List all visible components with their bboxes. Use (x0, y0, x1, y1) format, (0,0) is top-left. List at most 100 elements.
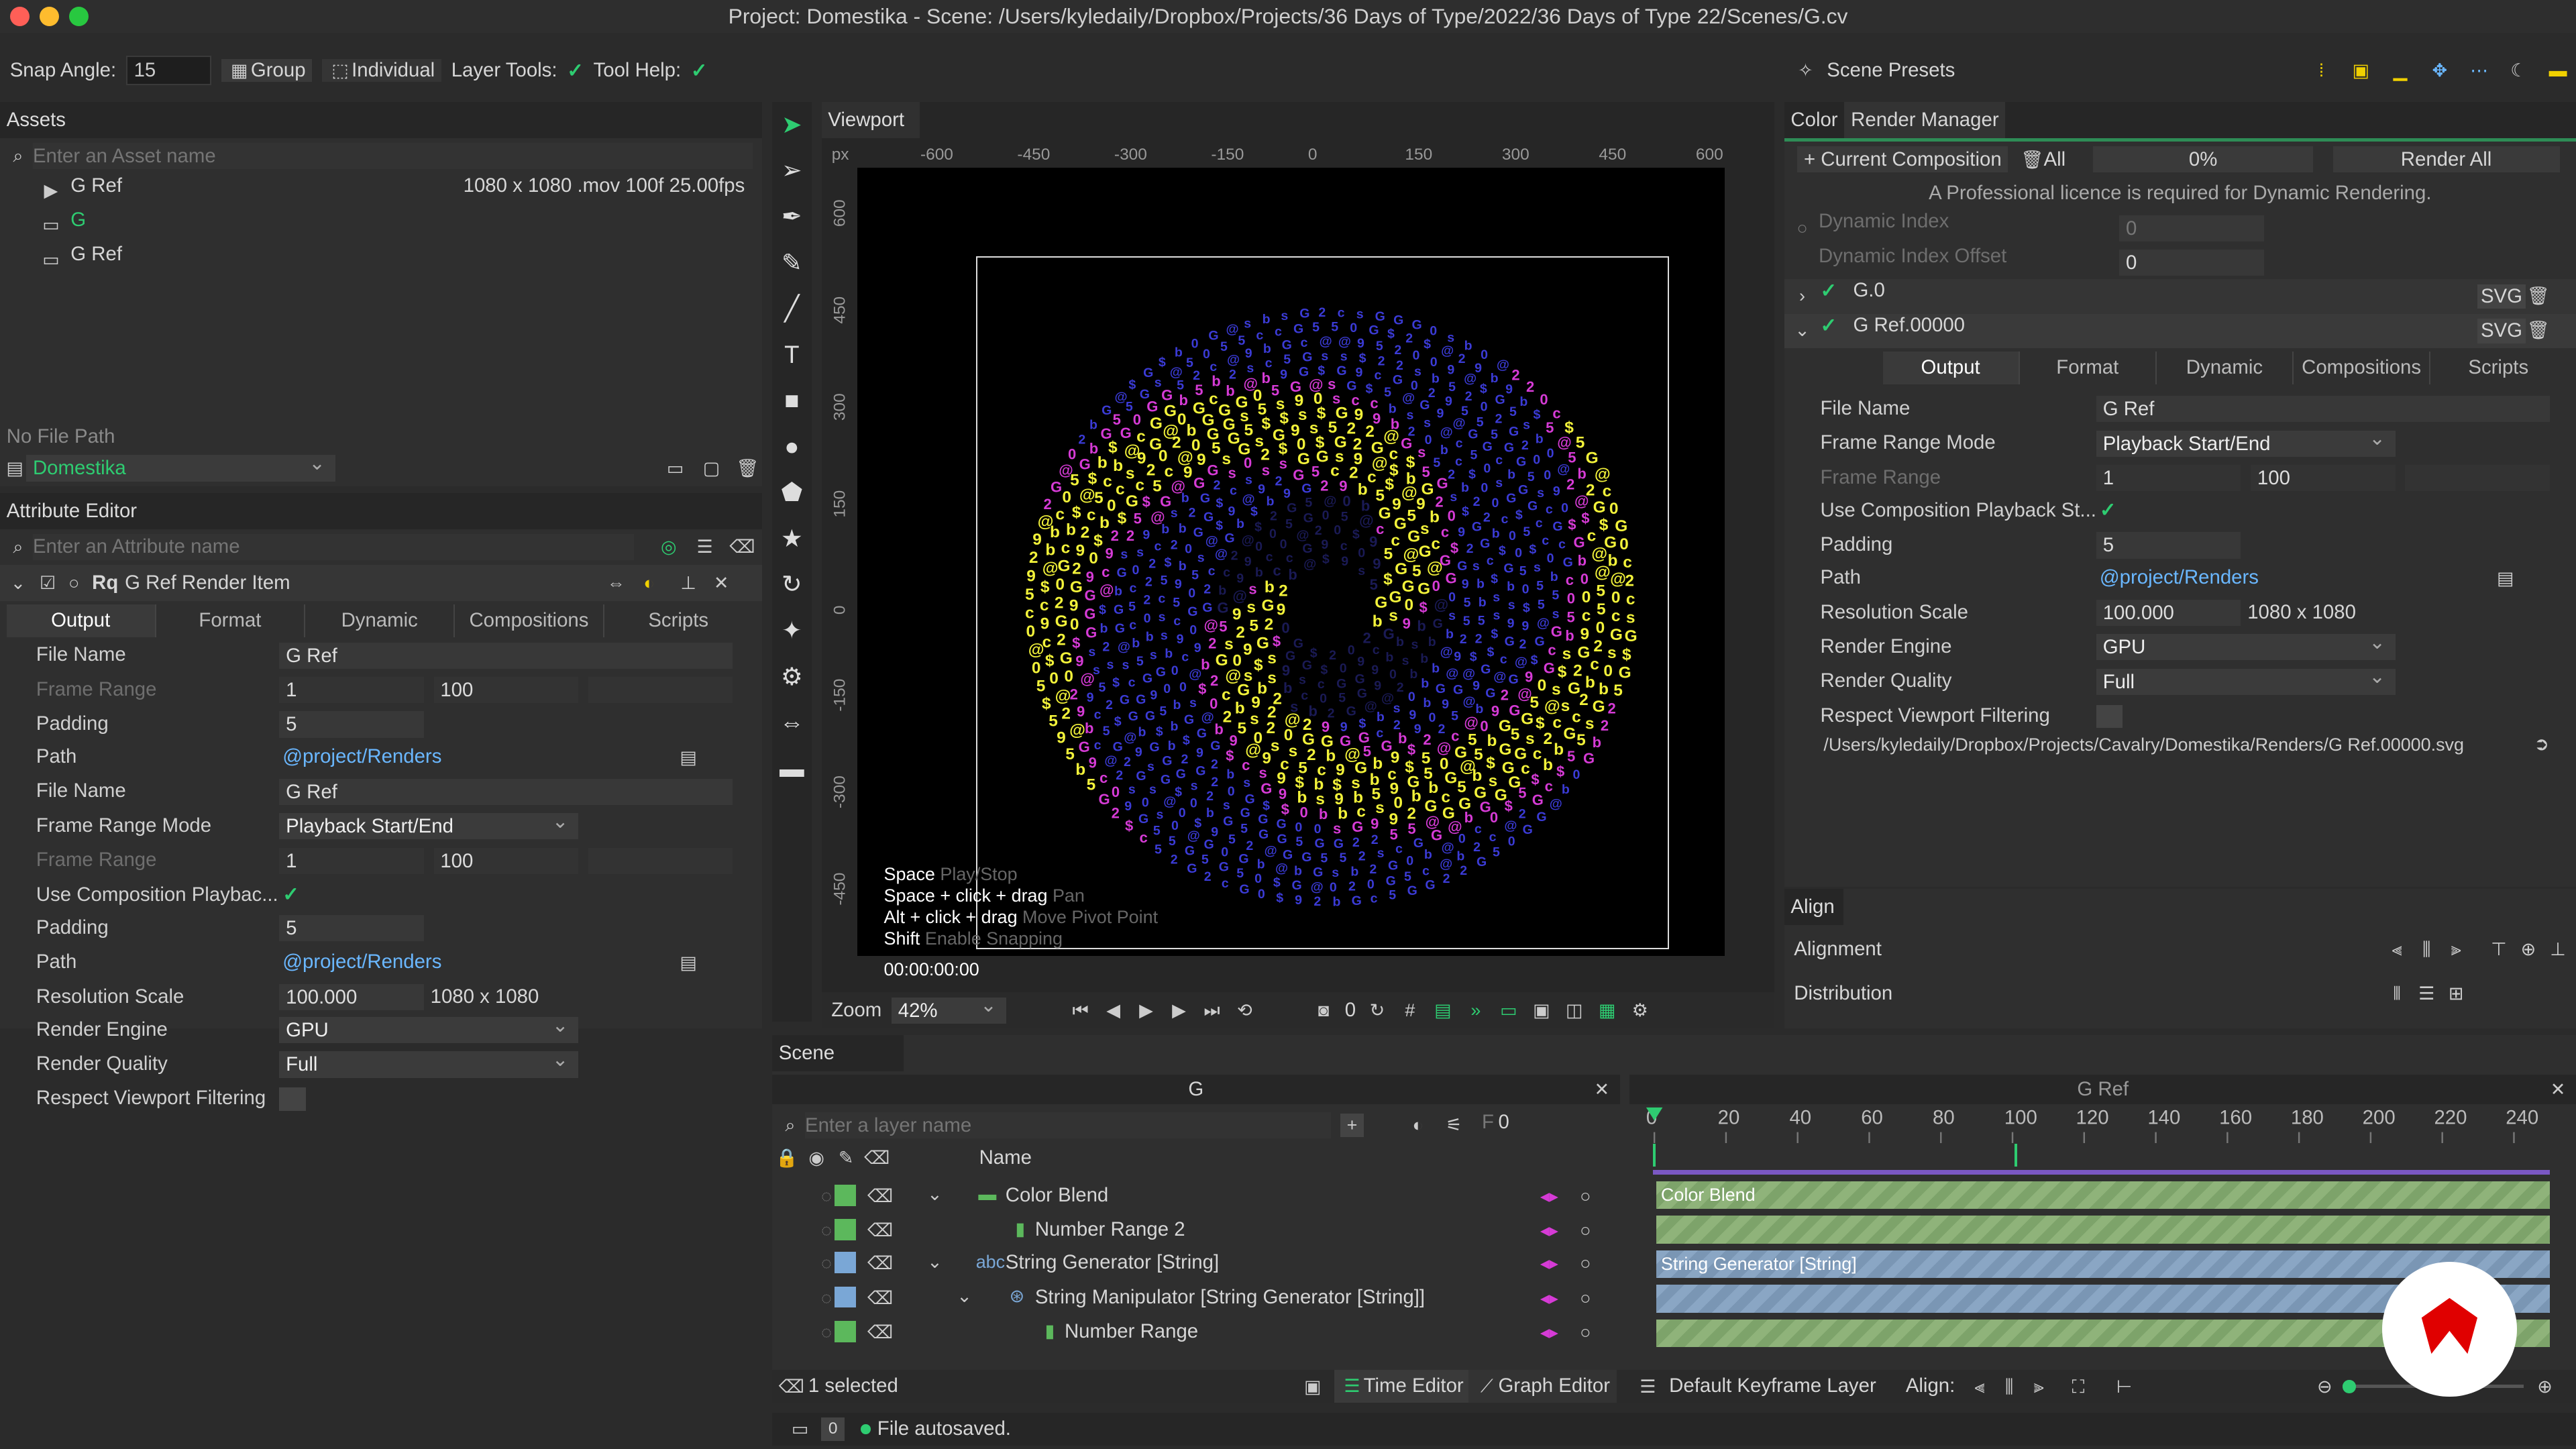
canvas[interactable]: 2 $ G 0 9 2 b @ $9 s 5 Gb 2 0 G G $2 Gb c c G 9 c 0 9 $ Gs Gc 9 0 $ s G 5… (857, 167, 1725, 957)
pivot-icon[interactable]: ✦ (772, 608, 812, 654)
pin-icon[interactable]: ⊥ (677, 572, 700, 594)
render-engine-dropdown[interactable]: GPU (279, 1012, 579, 1044)
frame-view-icon[interactable]: ▭ (1497, 999, 1520, 1022)
timeline-ruler[interactable]: 0 20 40 60 80 100 120 140 160 180 200 220 240 (1643, 1104, 2576, 1144)
skip-end-icon[interactable]: ⏭ (1200, 999, 1223, 1022)
align-middle-icon[interactable]: ⊕ (2517, 938, 2540, 961)
pen-icon[interactable]: ✒ (772, 194, 812, 240)
grid-icon[interactable]: # (1399, 999, 1421, 1022)
tab-output[interactable]: Output (6, 604, 156, 638)
asset-row[interactable]: ▶ G Ref 1080 x 1080 .mov 100f 25.00fps (0, 174, 762, 209)
snap-icon[interactable]: ▦ (1596, 999, 1619, 1022)
dots-icon[interactable]: ⋯ (2467, 59, 2490, 82)
rectangle-icon[interactable]: ■ (772, 378, 812, 424)
compare-icon[interactable]: ⇔ (604, 572, 627, 594)
align-left-icon[interactable]: ⫷ (2385, 938, 2408, 961)
skip-start-icon[interactable]: ⏮ (1069, 999, 1091, 1022)
render-quality-dropdown[interactable]: Full (279, 1046, 579, 1078)
snap-angle-input[interactable]: 15 (125, 56, 212, 86)
tab-scripts[interactable]: Scripts (604, 604, 753, 637)
step-back-icon[interactable]: ◀ (1102, 999, 1124, 1022)
arrows-icon[interactable]: ⇔ (772, 700, 812, 746)
close-icon[interactable]: ✕ (2546, 1078, 2569, 1101)
zoom-in-icon[interactable]: ⊕ (2533, 1375, 2556, 1398)
layer-search-input[interactable] (804, 1112, 1331, 1139)
frame-icon[interactable]: ▣ (2349, 59, 2372, 82)
viewport-filter-checkbox[interactable] (279, 1087, 306, 1111)
tab-output[interactable]: Output (1882, 352, 2020, 384)
project-dropdown[interactable]: Domestika (26, 450, 335, 482)
zoom-dropdown[interactable]: 42% (891, 992, 1007, 1024)
polygon-icon[interactable]: ⬟ (772, 470, 812, 516)
tab-scripts[interactable]: Scripts (2430, 352, 2566, 384)
tab-dynamic[interactable]: Dynamic (305, 604, 455, 638)
tab-render-manager[interactable]: Render Manager (1844, 101, 2006, 138)
render-file-name-field[interactable]: G Ref (2096, 396, 2550, 423)
bounds-icon[interactable]: ◫ (1563, 999, 1586, 1022)
close-icon[interactable]: ✕ (1591, 1078, 1613, 1101)
keyframe-layer-dropdown[interactable]: Default Keyframe Layer (1669, 1370, 1876, 1403)
pencil-icon[interactable]: ✎ (772, 240, 812, 286)
timeline-bar[interactable] (1656, 1216, 2550, 1244)
distribute-grid-icon[interactable]: ⊞ (2445, 982, 2467, 1005)
close-window-button[interactable] (9, 6, 30, 27)
attribute-search-input[interactable] (32, 533, 635, 561)
trash-icon[interactable]: 🗑 (736, 457, 759, 480)
maximize-window-button[interactable] (68, 6, 89, 27)
camera-icon[interactable]: ◙ (1312, 999, 1335, 1022)
file-name-field[interactable]: G Ref (279, 642, 733, 669)
overlay-icon[interactable]: ▣ (1530, 999, 1553, 1022)
star-icon[interactable]: ★ (772, 516, 812, 562)
play-icon[interactable]: ▶ (1134, 999, 1157, 1022)
render-all-button[interactable]: Render All (2332, 146, 2560, 173)
dynamic-index-field[interactable]: 0 (2119, 215, 2264, 241)
align-center-icon[interactable]: ⫼ (2415, 938, 2438, 961)
tab-compositions[interactable]: Compositions (455, 604, 604, 638)
tab-dynamic[interactable]: Dynamic (2157, 352, 2294, 384)
align-left-icon[interactable]: ⫷ (1968, 1375, 1991, 1398)
render-path-field[interactable]: @project/Renders (2100, 560, 2259, 594)
layout-icon[interactable]: ▬ (2546, 59, 2569, 82)
layer-row[interactable]: ◌ ⌫ ⌄ ⊛ String Manipulator [String Generator… (772, 1280, 1617, 1314)
speaker-icon[interactable]: ◐ (637, 572, 660, 594)
frame-end-field[interactable]: 100 (433, 676, 579, 704)
guides-icon[interactable]: ▤ (1432, 999, 1454, 1022)
file-name-field[interactable]: G Ref (279, 778, 733, 805)
frame-end-field[interactable]: 100 (433, 847, 579, 874)
layer-row[interactable]: ◌ ⌫ ▮ Number Range ◂▸ ○ (772, 1314, 1617, 1348)
frame-start-field[interactable]: 1 (279, 847, 424, 874)
snap-keys-icon[interactable]: ⊢ (2112, 1375, 2135, 1398)
frame-start-field[interactable]: 1 (279, 676, 424, 704)
current-composition-button[interactable]: + Current Composition (1797, 146, 2008, 173)
filter-icon[interactable]: ⚟ (1442, 1114, 1465, 1136)
render-item-header[interactable]: ⌄ ☑ ○ Rq G Ref Render Item ⇔ ◐ ⊥ ✕ (0, 565, 763, 602)
list-icon[interactable]: ☰ (693, 535, 716, 558)
solo-icon[interactable]: ○ (62, 572, 85, 594)
dynamic-offset-field[interactable]: 0 (2119, 250, 2264, 276)
fit-icon[interactable]: ⛶ (2067, 1375, 2090, 1398)
settings-icon[interactable]: ⚙ (1629, 999, 1652, 1022)
layer-row[interactable]: ◌ ⌫ ▮ Number Range 2 ◂▸ ○ (772, 1212, 1617, 1246)
comp-icon[interactable]: ▣ (1301, 1375, 1324, 1398)
zoom-slider[interactable] (2343, 1380, 2356, 1393)
render-item-row[interactable]: ⌄ ✓ G Ref.00000 SVG 🗑 (1784, 313, 2576, 349)
gear-icon[interactable]: ⚙ (772, 654, 812, 700)
playback-range[interactable] (1652, 1143, 2018, 1167)
capsule-icon[interactable]: ▬ (772, 746, 812, 792)
open-arrow-icon[interactable]: ➲ (2530, 733, 2553, 755)
tab-format[interactable]: Format (156, 604, 306, 638)
fast-forward-icon[interactable]: » (1464, 999, 1487, 1022)
use-comp-playback-checkbox[interactable]: ✓ (282, 877, 299, 912)
text-icon[interactable]: T (772, 332, 812, 378)
asset-row[interactable]: ▭ G (0, 209, 762, 243)
path-field[interactable]: @project/Renders (282, 945, 441, 979)
step-forward-icon[interactable]: ▶ (1167, 999, 1190, 1022)
zoom-out-icon[interactable]: ⊖ (2313, 1375, 2336, 1398)
open-folder-icon[interactable]: ▭ (663, 457, 686, 480)
direct-select-icon[interactable]: ➢ (772, 148, 812, 194)
refresh-icon[interactable]: ↻ (1366, 999, 1389, 1022)
render-frame-mode-dropdown[interactable]: Playback Start/End (2096, 425, 2396, 457)
folder-icon[interactable]: ▤ (677, 746, 700, 769)
align-right-icon[interactable]: ⫸ (2445, 938, 2467, 961)
timeline-bar[interactable]: Color Blend (1656, 1181, 2550, 1210)
